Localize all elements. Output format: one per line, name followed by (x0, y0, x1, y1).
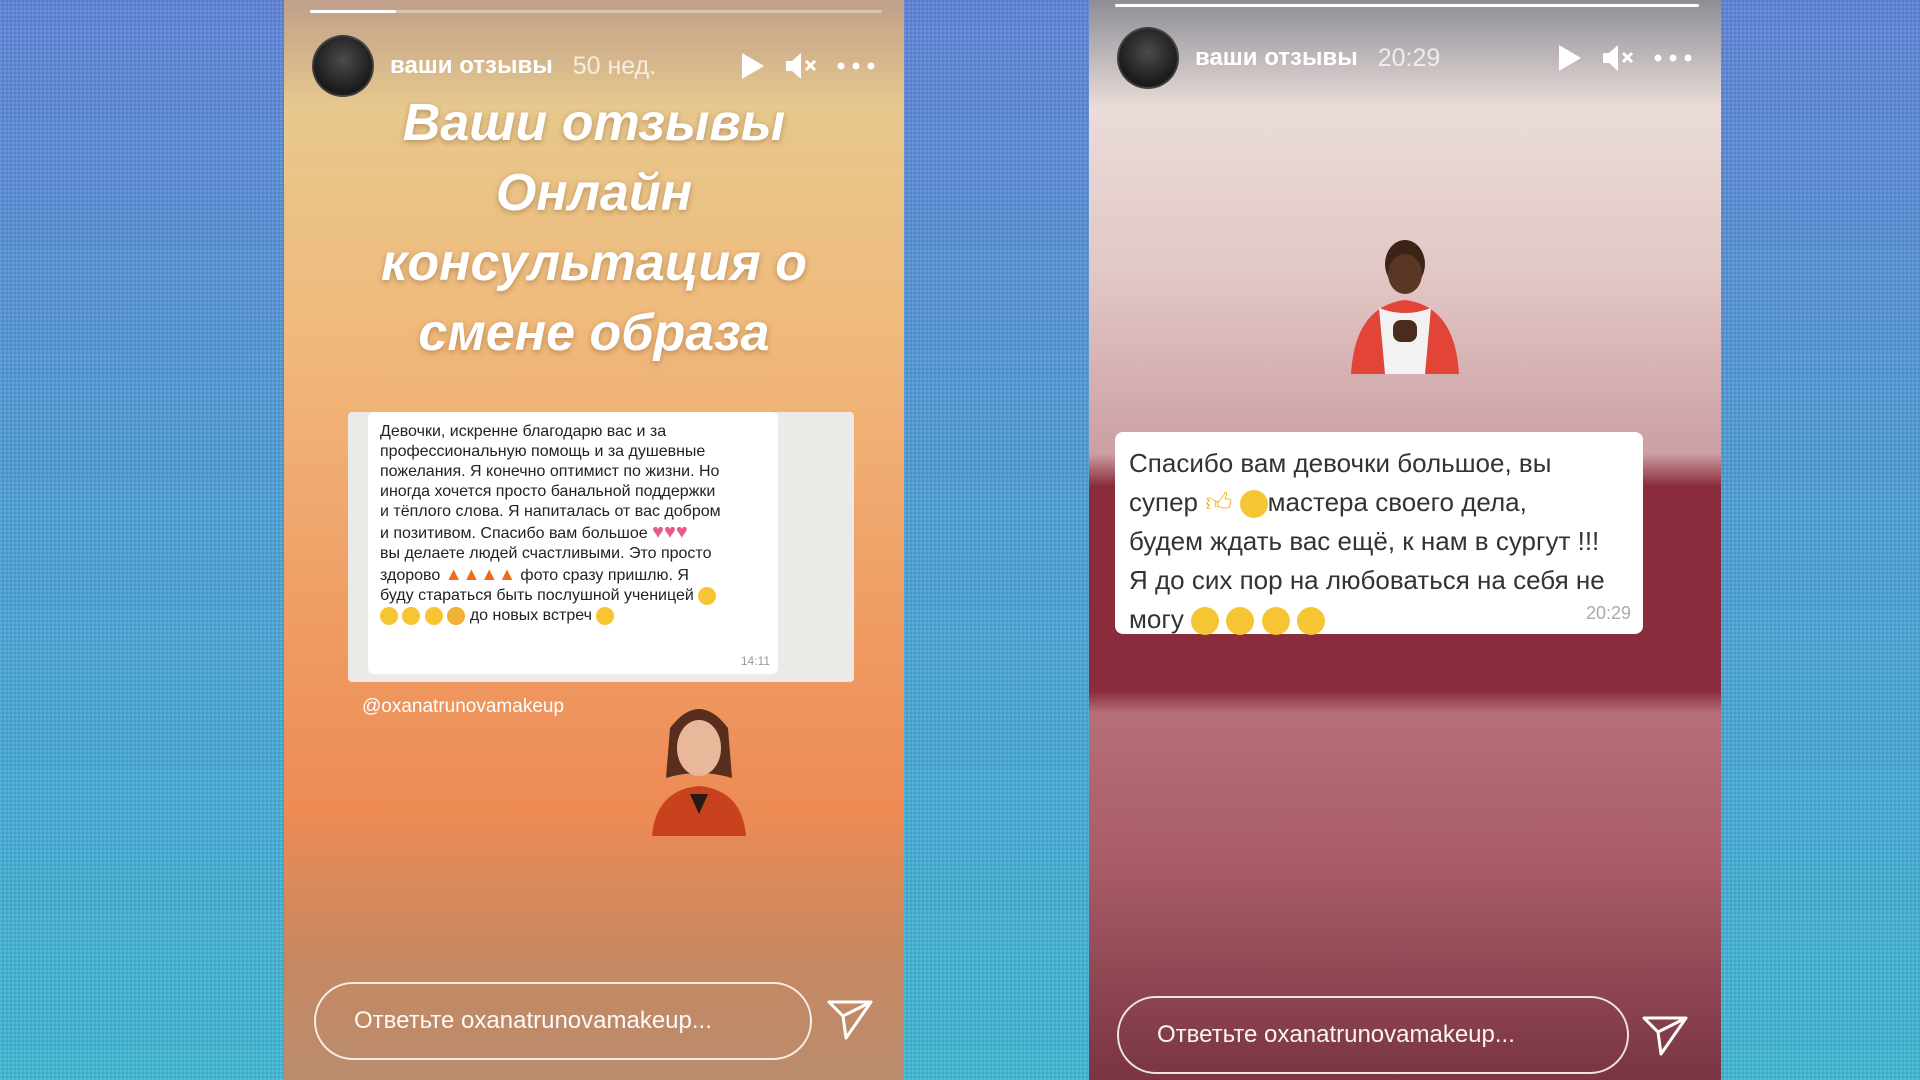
play-icon[interactable] (738, 51, 766, 81)
message-box: Спасибо вам девочки большое, вы супер 👍︎… (1115, 432, 1643, 636)
chat-line: Девочки, искренне благодарю вас и за (380, 423, 667, 440)
kiss-emoji-icon (1226, 607, 1255, 636)
smile-emoji-icon (380, 606, 398, 625)
message-time: 20:29 (1585, 603, 1631, 623)
message-line: супер 👍︎ мастера своего дела, (1129, 487, 1527, 519)
hug-emoji-icon (447, 606, 466, 625)
chat-line: и позитивом. Спасибо вам большое ♥♥♥ (380, 521, 688, 543)
title-line-2: Онлайн (495, 164, 693, 222)
message-text: Спасибо вам девочки большое, вы супер 👍︎… (1129, 444, 1629, 639)
story-progress-bar (1115, 4, 1699, 7)
more-icon[interactable] (1653, 53, 1693, 63)
kiss-emoji-icon (1239, 490, 1268, 519)
kiss-emoji-icon (1261, 607, 1290, 636)
more-icon[interactable] (836, 61, 876, 71)
chat-line: и тёплого слова. Я напиталась от вас доб… (380, 503, 721, 520)
story-panel-left[interactable]: ваши отзывы 50 нед. Ваши отзывы Онлайн к… (284, 0, 904, 1080)
mute-icon[interactable] (1601, 43, 1635, 73)
title-line-4: смене образа (418, 304, 770, 362)
message-line: Я до сих пор на любоваться на себя не (1129, 565, 1605, 595)
story-header: ваши отзывы 50 нед. (312, 35, 876, 97)
story-progress-fill (1115, 4, 1699, 7)
title-line-1: Ваши отзывы (402, 94, 786, 152)
reply-input[interactable]: Ответьте oxanatrunovamakeup... (314, 982, 812, 1060)
kiss-emoji-icon (1191, 607, 1220, 636)
smile-emoji-icon (596, 606, 615, 625)
story-username[interactable]: ваши отзывы (390, 52, 553, 80)
chat-line: до новых встреч (380, 606, 766, 626)
chat-line: буду стараться быть послушной ученицей (380, 586, 766, 606)
send-icon[interactable] (1641, 1014, 1689, 1063)
smile-emoji-icon (698, 586, 717, 605)
mute-icon[interactable] (784, 51, 818, 81)
story-controls (1555, 43, 1693, 73)
story-time: 50 нед. (572, 51, 657, 80)
reply-input[interactable]: Ответьте oxanatrunovamakeup... (1117, 996, 1629, 1074)
story-title: Ваши отзывы Онлайн консультация о смене … (284, 88, 904, 368)
story-panel-right[interactable]: ваши отзывы 20:29 Спасибо вам девочки бо… (1089, 0, 1721, 1080)
story-progress-bar (310, 10, 882, 13)
chat-line: иногда хочется просто банальной поддержк… (380, 483, 716, 500)
title-line-3: консультация о (381, 234, 807, 292)
story-progress-fill (310, 10, 396, 13)
chat-time: 14:11 (740, 654, 770, 668)
send-icon[interactable] (826, 998, 874, 1047)
story-header: ваши отзывы 20:29 (1117, 27, 1693, 89)
reply-placeholder: Ответьте oxanatrunovamakeup... (354, 1007, 712, 1034)
fire-emoji-icon: ▲▲▲▲ (444, 564, 516, 584)
kiss-emoji-icon (1296, 607, 1325, 636)
story-controls (738, 51, 876, 81)
story-time: 20:29 (1377, 43, 1441, 72)
thumbs-up-emoji-icon: 👍︎ (1205, 487, 1233, 517)
chat-line: пожелания. Я конечно оптимист по жизни. … (380, 463, 720, 480)
avatar[interactable] (1117, 27, 1179, 89)
chat-screenshot: Девочки, искренне благодарю вас и за про… (348, 412, 854, 682)
chat-line: здорово ▲▲▲▲ фото сразу пришлю. Я (380, 564, 689, 584)
chat-bubble: Девочки, искренне благодарю вас и за про… (368, 412, 778, 674)
story-username[interactable]: ваши отзывы (1195, 44, 1358, 72)
chat-line: профессиональную помощь и за душевные (380, 443, 706, 460)
woman-sticker-image (640, 698, 758, 836)
message-line: будем ждать вас ещё, к нам в сургут !!! (1129, 526, 1600, 556)
message-line: могу (1129, 600, 1629, 639)
play-icon[interactable] (1555, 43, 1583, 73)
chat-line: вы делаете людей счастливыми. Это просто (380, 545, 712, 562)
smile-emoji-icon (424, 606, 443, 625)
message-line: Спасибо вам девочки большое, вы (1129, 448, 1552, 478)
heart-emoji-icon: ♥♥♥ (652, 521, 688, 543)
mention-tag[interactable]: @oxanatrunovamakeup (362, 696, 564, 718)
reply-placeholder: Ответьте oxanatrunovamakeup... (1157, 1021, 1515, 1048)
smile-emoji-icon (402, 606, 421, 625)
chat-message: Девочки, искренне благодарю вас и за про… (380, 422, 766, 626)
boy-sticker-image (1345, 228, 1465, 374)
